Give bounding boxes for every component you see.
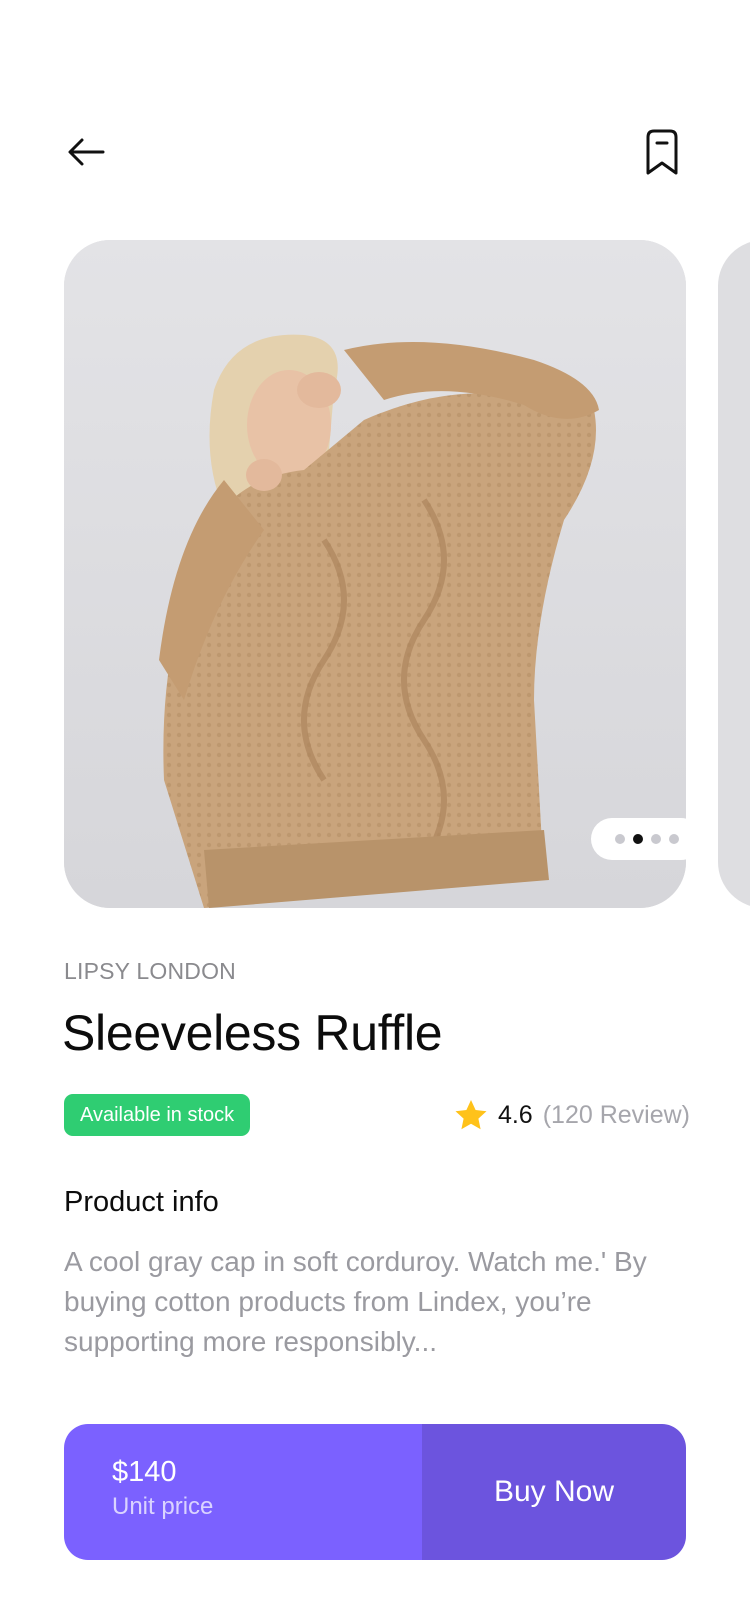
stock-badge: Available in stock	[64, 1094, 251, 1136]
carousel-dot[interactable]	[668, 834, 679, 844]
product-description: A cool gray cap in soft corduroy. Watch …	[64, 1246, 647, 1357]
carousel-pagination	[591, 818, 686, 860]
bookmark-button[interactable]	[640, 128, 684, 178]
product-photo	[64, 240, 686, 908]
bookmark-icon	[646, 129, 678, 175]
back-button[interactable]	[62, 128, 112, 178]
product-image-carousel[interactable]	[0, 240, 750, 908]
price-label: Unit price	[112, 1493, 214, 1520]
arrow-left-icon	[68, 138, 105, 166]
carousel-dot[interactable]	[614, 834, 625, 844]
price-value: $140	[112, 1456, 177, 1488]
price-block: $140 Unit price	[64, 1424, 422, 1560]
carousel-dot-active[interactable]	[632, 834, 643, 844]
review-count: (120 Review)	[542, 1100, 690, 1129]
brand-label: LIPSY LONDON	[64, 958, 236, 984]
carousel-dot[interactable]	[650, 834, 661, 844]
rating[interactable]: 4.6 (120 Review)	[454, 1094, 690, 1136]
product-info-heading: Product info	[64, 1186, 219, 1218]
top-bar	[0, 0, 750, 230]
purchase-bar: $140 Unit price Buy Now	[64, 1424, 686, 1560]
buy-now-button[interactable]: Buy Now	[422, 1424, 686, 1560]
product-image	[64, 240, 686, 908]
star-icon	[455, 1100, 487, 1130]
rating-value: 4.6	[497, 1100, 533, 1129]
next-product-image[interactable]	[718, 240, 750, 908]
product-title: Sleeveless Ruffle	[62, 1005, 443, 1061]
